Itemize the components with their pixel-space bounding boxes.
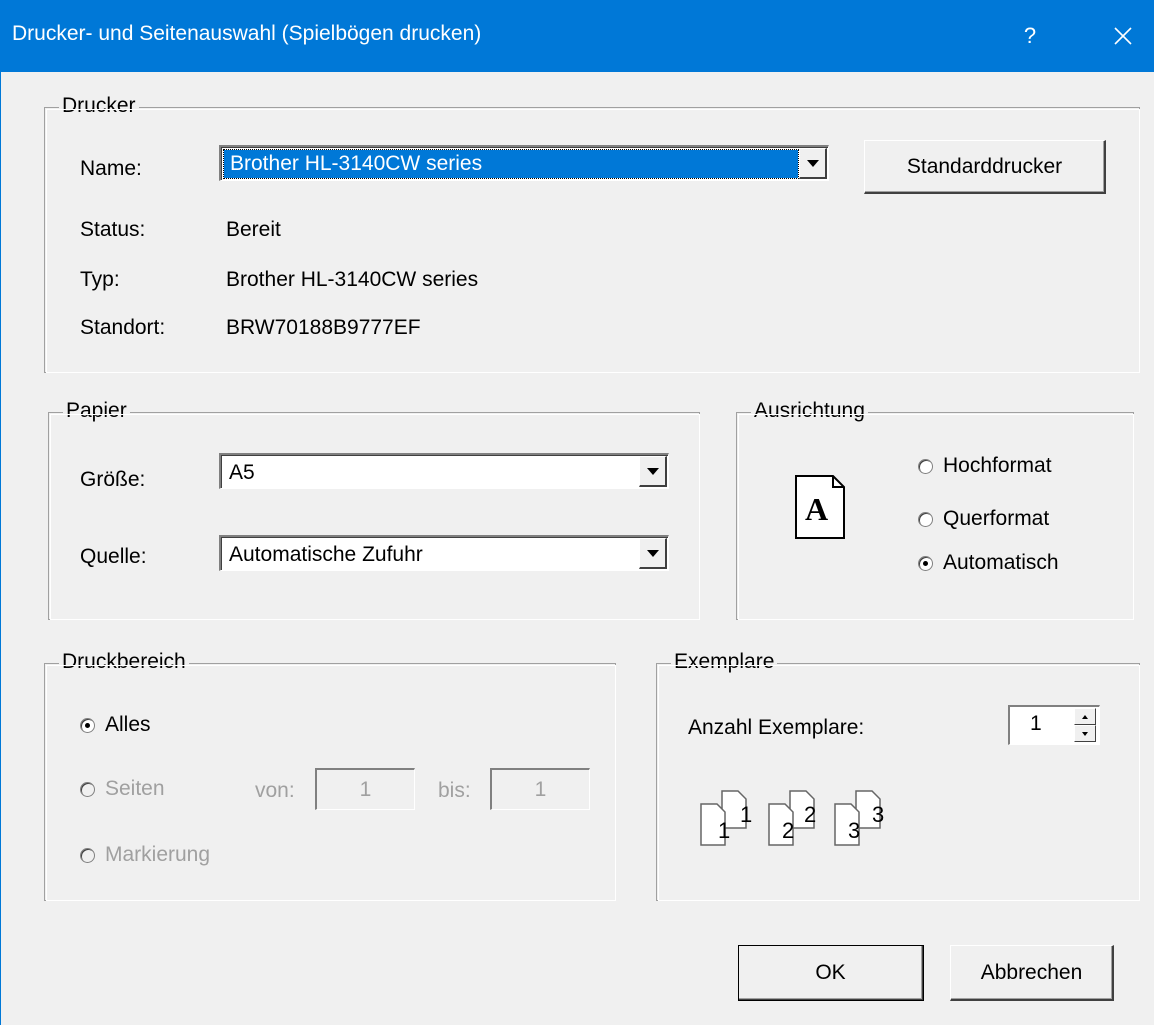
copies-group-legend: Exemplare [671,650,778,674]
radio-circle [918,458,933,474]
print-selection-label: Markierung [105,843,211,866]
status-value: Bereit [226,218,281,241]
radio-dot [923,560,928,566]
status-label: Status: [80,218,146,241]
orientation-portrait-label: Hochformat [943,454,1052,477]
window-title: Drucker- und Seitenauswahl (Spielbögen d… [12,22,482,45]
collate-icon-2: 2 2 [768,790,832,846]
printer-group-legend: Drucker [59,94,139,118]
copies-count-input[interactable]: 1 [1008,705,1100,745]
radio-circle [80,847,95,863]
orientation-auto-label: Automatisch [943,551,1059,574]
help-button[interactable]: ? [1000,0,1060,72]
paper-group: Papier [48,399,700,620]
paper-source-label: Quelle: [80,545,147,568]
orientation-landscape-radio[interactable]: Querformat [918,507,1049,531]
chevron-down-icon [806,159,819,167]
printer-name-label: Name: [80,157,142,180]
orientation-landscape-label: Querformat [943,507,1050,530]
to-label: bis: [438,779,471,802]
copies-count-label: Anzahl Exemplare: [688,716,865,739]
location-label: Standort: [80,316,166,339]
paper-source-value: Automatische Zufuhr [229,543,423,566]
cancel-button[interactable]: Abbrechen [950,945,1114,1001]
copies-count-value: 1 [1030,712,1042,735]
copies-decrement-button[interactable] [1074,725,1096,742]
collate-icon-2-back-number: 2 [782,818,795,843]
orientation-group-legend: Ausrichtung [751,399,868,423]
close-icon [1114,27,1132,45]
print-range-group-legend: Druckbereich [59,650,189,674]
radio-circle [80,781,95,797]
radio-dot [85,722,90,728]
collate-icon-3-front-number: 3 [872,802,885,827]
paper-size-dropdown-button[interactable] [639,456,667,487]
collate-icon-1-back-number: 1 [718,818,731,843]
print-pages-radio[interactable]: Seiten [80,777,165,801]
portrait-page-icon: A [795,475,845,539]
printer-name-dropdown-button[interactable] [799,148,827,179]
paper-source-select[interactable]: Automatische Zufuhr [219,535,669,571]
collate-icon-1-front-number: 1 [740,802,753,827]
paper-source-dropdown-button[interactable] [639,538,667,569]
type-label: Typ: [80,268,120,291]
copies-group: Exemplare [656,650,1140,901]
collate-icon-1: 1 1 [700,790,764,846]
from-page-input[interactable]: 1 [315,768,415,810]
copies-increment-button[interactable] [1074,708,1096,725]
location-value: BRW70188B9777EF [226,316,421,339]
ok-button[interactable]: OK [738,945,924,1001]
print-pages-label: Seiten [105,777,165,800]
window-border [0,72,1,1025]
collate-icon-2-front-number: 2 [804,802,817,827]
chevron-down-icon [646,549,659,557]
orientation-auto-radio[interactable]: Automatisch [918,551,1059,575]
print-all-radio[interactable]: Alles [80,713,151,737]
paper-group-legend: Papier [63,399,130,423]
from-label: von: [255,779,295,802]
printer-name-value: Brother HL-3140CW series [223,149,799,179]
paper-size-value: A5 [229,461,255,484]
collate-icon-3: 3 3 [834,790,898,846]
chevron-down-icon [1082,731,1088,736]
chevron-up-icon [1082,714,1088,719]
paper-size-label: Größe: [80,468,146,491]
paper-size-select[interactable]: A5 [219,453,669,489]
orientation-portrait-radio[interactable]: Hochformat [918,454,1052,478]
print-selection-radio[interactable]: Markierung [80,843,210,867]
type-value: Brother HL-3140CW series [226,268,479,291]
orientation-icon-letter: A [805,491,829,527]
collate-icon-3-back-number: 3 [848,818,861,843]
radio-circle [80,717,95,733]
default-printer-button[interactable]: Standarddrucker [864,140,1106,194]
print-all-label: Alles [105,713,151,736]
printer-name-select[interactable]: Brother HL-3140CW series [219,145,829,181]
close-button[interactable] [1092,0,1154,72]
radio-circle [918,555,933,571]
radio-circle [918,511,933,527]
title-bar: Drucker- und Seitenauswahl (Spielbögen d… [0,0,1154,72]
to-page-input[interactable]: 1 [490,768,590,810]
chevron-down-icon [646,467,659,475]
